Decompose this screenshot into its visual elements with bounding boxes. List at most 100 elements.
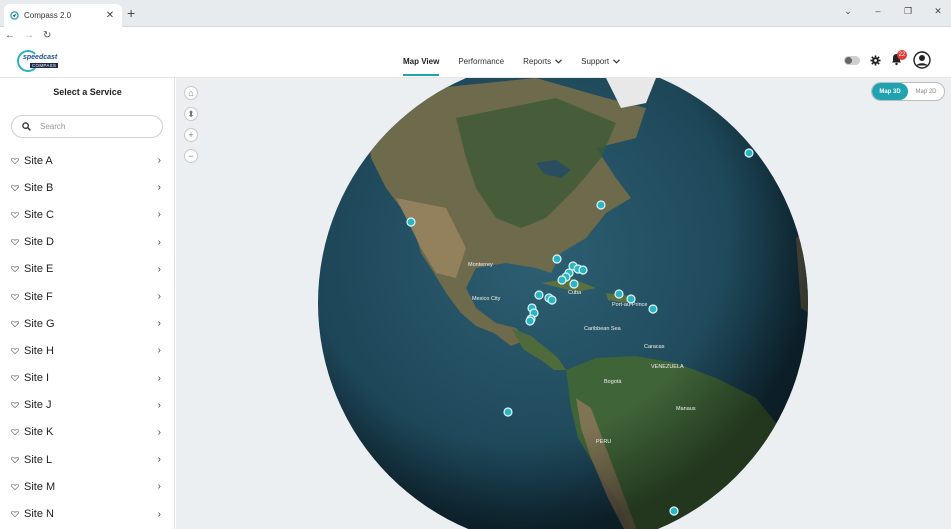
site-item[interactable]: Site G ›: [0, 310, 175, 337]
close-window-icon[interactable]: ✕: [931, 6, 945, 17]
minimize-icon[interactable]: –: [871, 6, 885, 17]
globe-3d[interactable]: Monterrey Mexico City Cuba Port-au-Princ…: [176, 78, 951, 529]
back-icon[interactable]: ←: [5, 30, 15, 41]
nav-map-view[interactable]: Map View: [403, 44, 440, 78]
site-label: Site E: [24, 263, 54, 276]
logo-sub-text: COMPASS: [30, 63, 59, 68]
chevron-right-icon: ›: [157, 481, 161, 493]
site-item[interactable]: Site H ›: [0, 337, 175, 364]
site-marker[interactable]: [669, 506, 679, 516]
site-marker[interactable]: [557, 275, 567, 285]
search-input[interactable]: [38, 121, 148, 132]
chevron-right-icon: ›: [157, 454, 161, 466]
home-icon[interactable]: ⌂: [184, 86, 198, 100]
site-item[interactable]: Site A ›: [0, 147, 175, 174]
map-2d-option[interactable]: Map 2D: [908, 83, 944, 100]
site-marker[interactable]: [626, 294, 636, 304]
chevron-right-icon: ›: [157, 399, 161, 411]
site-item[interactable]: Site J ›: [0, 392, 175, 419]
nav-label: Support: [581, 56, 610, 66]
site-marker[interactable]: [578, 265, 588, 275]
site-item[interactable]: Site D ›: [0, 229, 175, 256]
logo-brand-text: speedcast: [23, 54, 58, 61]
browser-tab[interactable]: Compass 2.0 ✕: [4, 4, 122, 27]
reload-icon[interactable]: ↻: [43, 30, 51, 41]
heart-icon[interactable]: [11, 374, 19, 382]
site-item[interactable]: Site K ›: [0, 419, 175, 446]
nav-reports[interactable]: Reports: [523, 44, 563, 78]
label-peru: PERU: [596, 439, 611, 445]
site-label: Site I: [24, 372, 50, 385]
zoom-in-icon[interactable]: +: [184, 128, 198, 142]
chevron-down-icon: [555, 58, 563, 64]
label-cuba: Cuba: [568, 290, 582, 296]
site-item[interactable]: Site B ›: [0, 174, 175, 201]
heart-icon[interactable]: [11, 265, 19, 273]
label-bogota: Bogotá: [604, 379, 622, 385]
site-marker[interactable]: [547, 295, 557, 305]
site-marker[interactable]: [744, 148, 754, 158]
chevron-right-icon: ›: [157, 236, 161, 248]
speedcast-compass-logo[interactable]: speedcast COMPASS: [17, 50, 59, 72]
heart-icon[interactable]: [11, 347, 19, 355]
search-box[interactable]: [11, 115, 163, 138]
site-marker[interactable]: [503, 407, 513, 417]
tab-search-icon[interactable]: ⌄: [841, 6, 855, 17]
theme-toggle[interactable]: [844, 55, 860, 65]
gear-icon[interactable]: [870, 54, 881, 66]
heart-icon[interactable]: [11, 510, 19, 518]
site-marker[interactable]: [648, 304, 658, 314]
nav-support[interactable]: Support: [581, 44, 621, 78]
map-mode-toggle: Map 3D Map 2D: [871, 82, 945, 101]
chevron-right-icon: ›: [157, 508, 161, 520]
label-mexico-city: Mexico City: [472, 296, 501, 302]
new-tab-button[interactable]: +: [127, 6, 135, 20]
site-item[interactable]: Site L ›: [0, 446, 175, 473]
app-header: speedcast COMPASS Map View Performance R…: [0, 44, 951, 78]
label-venezuela: VENEZUELA: [651, 364, 684, 370]
heart-icon[interactable]: [11, 157, 19, 165]
map-tools: ⌂ ⬍ + −: [184, 86, 198, 163]
label-caracas: Caracas: [644, 344, 665, 350]
chevron-right-icon: ›: [157, 155, 161, 167]
site-item[interactable]: Site I ›: [0, 365, 175, 392]
site-item[interactable]: Site C ›: [0, 201, 175, 228]
maximize-icon[interactable]: ❐: [901, 6, 915, 17]
zoom-out-icon[interactable]: −: [184, 149, 198, 163]
site-label: Site B: [24, 181, 54, 194]
site-marker[interactable]: [569, 279, 579, 289]
main-nav: Map View Performance Reports Support: [403, 44, 621, 78]
map-viewport[interactable]: Monterrey Mexico City Cuba Port-au-Princ…: [176, 78, 951, 529]
heart-icon[interactable]: [11, 401, 19, 409]
label-manaus: Manaus: [676, 406, 696, 412]
heart-icon[interactable]: [11, 293, 19, 301]
compass-icon[interactable]: ⬍: [184, 107, 198, 121]
site-marker[interactable]: [596, 200, 606, 210]
site-item[interactable]: Site F ›: [0, 283, 175, 310]
tab-close-icon[interactable]: ✕: [104, 10, 116, 21]
heart-icon[interactable]: [11, 211, 19, 219]
notifications-button[interactable]: 22: [891, 50, 907, 67]
forward-icon[interactable]: →: [24, 30, 34, 41]
site-item[interactable]: Site E ›: [0, 256, 175, 283]
site-item[interactable]: Site N ›: [0, 500, 175, 527]
site-marker[interactable]: [406, 217, 416, 227]
site-marker[interactable]: [552, 254, 562, 264]
site-label: Site D: [24, 236, 54, 249]
heart-icon[interactable]: [11, 428, 19, 436]
nav-performance[interactable]: Performance: [458, 44, 504, 78]
map-3d-option[interactable]: Map 3D: [872, 83, 908, 100]
site-marker[interactable]: [614, 289, 624, 299]
heart-icon[interactable]: [11, 483, 19, 491]
heart-icon[interactable]: [11, 456, 19, 464]
heart-icon[interactable]: [11, 320, 19, 328]
chevron-right-icon: ›: [157, 426, 161, 438]
browser-toolbar: ← → ↻: [0, 27, 951, 44]
heart-icon[interactable]: [11, 238, 19, 246]
site-marker[interactable]: [534, 290, 544, 300]
site-item[interactable]: Site M ›: [0, 473, 175, 500]
heart-icon[interactable]: [11, 184, 19, 192]
site-marker[interactable]: [525, 316, 535, 326]
user-avatar-icon[interactable]: [913, 51, 931, 69]
chevron-down-icon: [613, 58, 621, 64]
